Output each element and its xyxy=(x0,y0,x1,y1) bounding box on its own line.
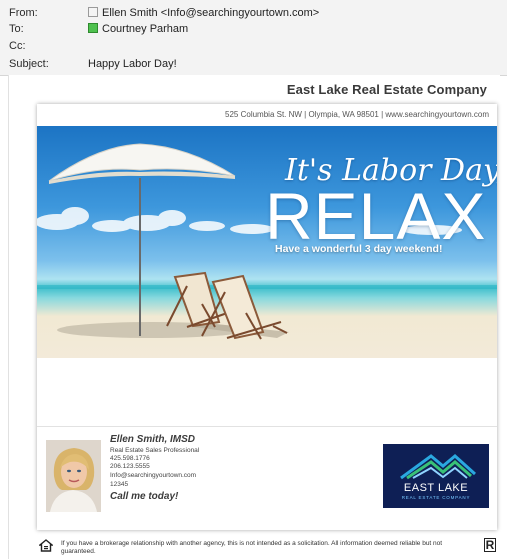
company-logo[interactable]: EAST LAKE REAL ESTATE COMPANY xyxy=(383,444,489,508)
agent-email-link[interactable]: Info@searchingyourtown.com xyxy=(110,472,196,479)
subject-value: Happy Labor Day! xyxy=(88,58,177,70)
subject-label: Subject: xyxy=(9,58,49,70)
agent-portrait-image xyxy=(46,440,101,512)
footer: If you have a brokerage relationship wit… xyxy=(39,538,496,559)
divider xyxy=(37,426,497,427)
hero-banner[interactable]: It's Labor Day, RELAX Have a wonderful 3… xyxy=(37,126,497,358)
company-heading: East Lake Real Estate Company xyxy=(286,82,487,97)
agent-title: Real Estate Sales Professional xyxy=(110,447,200,454)
from-row: From: Ellen Smith <Info@searchingyourtow… xyxy=(0,5,507,22)
message-header: From: Ellen Smith <Info@searchingyourtow… xyxy=(0,0,507,76)
call-to-action: Call me today! xyxy=(110,491,179,502)
to-recipient[interactable]: Courtney Parham xyxy=(102,23,188,35)
to-label: To: xyxy=(9,23,24,35)
hero-subtitle: Have a wonderful 3 day weekend! xyxy=(275,243,443,255)
from-label: From: xyxy=(9,7,38,19)
newsletter-card: 525 Columbia St. NW | Olympia, WA 98501 … xyxy=(37,104,497,530)
equal-housing-icon xyxy=(39,539,53,552)
cc-label: Cc: xyxy=(9,40,26,52)
to-row: To: Courtney Parham xyxy=(0,21,507,38)
agent-phone-1[interactable]: 425.598.1776 xyxy=(110,455,150,462)
from-address[interactable]: Ellen Smith <Info@searchingyourtown.com> xyxy=(102,7,319,19)
address-line[interactable]: 525 Columbia St. NW | Olympia, WA 98501 … xyxy=(225,110,489,119)
agent-phone-2[interactable]: 206.123.5555 xyxy=(110,463,150,470)
agent-photo xyxy=(46,440,101,512)
logo-tagline: REAL ESTATE COMPANY xyxy=(401,495,471,500)
presence-online-icon xyxy=(88,23,98,33)
from-value[interactable]: Ellen Smith <Info@searchingyourtown.com> xyxy=(88,5,319,22)
agent-license: 12345 xyxy=(110,481,129,488)
roofline-icon xyxy=(400,454,477,480)
subject-row: Subject: Happy Labor Day! xyxy=(0,56,507,73)
logo-name: EAST LAKE xyxy=(403,482,469,494)
realtor-icon: R xyxy=(484,538,496,552)
presence-icon xyxy=(88,7,98,17)
cc-row: Cc: xyxy=(0,38,507,55)
disclaimer-text: If you have a brokerage relationship wit… xyxy=(61,540,443,555)
agent-name: Ellen Smith, IMSD xyxy=(110,434,196,445)
to-value[interactable]: Courtney Parham xyxy=(88,21,188,38)
